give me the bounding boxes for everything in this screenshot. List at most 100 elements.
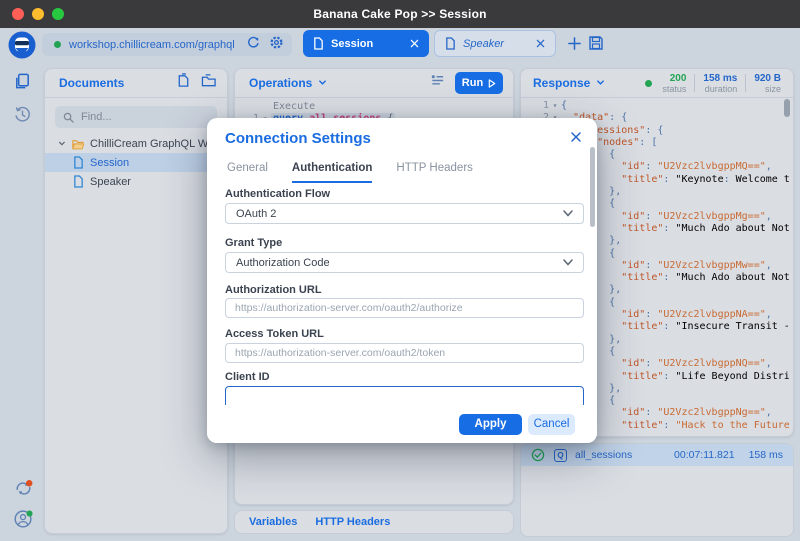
tab-http-headers[interactable]: HTTP Headers bbox=[315, 516, 390, 528]
history-row[interactable]: Q all_sessions 00:07:11.821 158 ms bbox=[521, 444, 793, 466]
dialog-tab-http-headers[interactable]: HTTP Headers bbox=[396, 162, 472, 183]
banana-cake-pop-window: Banana Cake Pop >> Session workshop.chil… bbox=[0, 0, 800, 541]
connection-settings-gear-icon[interactable] bbox=[269, 35, 284, 55]
field-label-client-id: Client ID bbox=[225, 371, 270, 383]
tree-item-session[interactable]: Session bbox=[45, 153, 227, 172]
tab-speaker[interactable]: Speaker bbox=[434, 30, 556, 57]
grant-type-value: Authorization Code bbox=[236, 257, 330, 269]
dialog-title: Connection Settings bbox=[225, 130, 371, 147]
document-icon bbox=[73, 175, 84, 188]
response-panel-header: Response 200 status 158 ms duration 920 … bbox=[521, 69, 793, 98]
window-title: Banana Cake Pop >> Session bbox=[313, 7, 486, 21]
new-folder-icon[interactable] bbox=[201, 73, 217, 93]
tree-item-speaker[interactable]: Speaker bbox=[45, 172, 227, 191]
history-timestamp: 00:07:11.821 bbox=[674, 449, 735, 461]
find-input[interactable]: Find... bbox=[55, 106, 217, 128]
titlebar: Banana Cake Pop >> Session bbox=[0, 0, 800, 28]
document-icon bbox=[445, 37, 456, 50]
account-icon[interactable] bbox=[13, 508, 34, 534]
tab-variables[interactable]: Variables bbox=[249, 516, 297, 528]
documents-nav-icon[interactable] bbox=[13, 72, 32, 96]
traffic-lights bbox=[12, 8, 64, 20]
field-label-grant-type: Grant Type bbox=[225, 237, 282, 249]
dialog-scrollbar-thumb[interactable] bbox=[590, 147, 595, 227]
chevron-down-icon bbox=[563, 208, 573, 220]
duration-value: 158 ms bbox=[703, 73, 737, 84]
dialog-tab-authentication[interactable]: Authentication bbox=[292, 162, 373, 183]
duration-label: duration bbox=[705, 84, 738, 94]
new-document-icon[interactable] bbox=[176, 73, 191, 93]
documents-panel: Documents Find... ChilliCream GraphQL Wo… bbox=[44, 68, 228, 534]
fold-chevron-icon[interactable]: ▾ bbox=[549, 100, 561, 112]
duration-stat: 158 ms duration bbox=[695, 73, 745, 94]
response-panel-title: Response bbox=[533, 76, 590, 90]
grant-type-select[interactable]: Authorization Code bbox=[225, 252, 584, 273]
editor-bottom-tabs: Variables HTTP Headers bbox=[234, 510, 514, 534]
field-label-auth-flow: Authentication Flow bbox=[225, 188, 330, 200]
tab-label: Session bbox=[331, 38, 373, 50]
history-nav-icon[interactable] bbox=[13, 105, 32, 129]
status-stat: 200 status bbox=[654, 73, 694, 94]
close-window-button[interactable] bbox=[12, 8, 24, 20]
query-badge: Q bbox=[554, 449, 567, 462]
auth-flow-value: OAuth 2 bbox=[236, 208, 276, 220]
endpoint-url: workshop.chillicream.com/graphql bbox=[69, 39, 238, 51]
response-scrollbar-thumb[interactable] bbox=[784, 99, 790, 117]
field-label-authorization-url: Authorization URL bbox=[225, 284, 322, 296]
size-stat: 920 B size bbox=[746, 73, 783, 94]
dialog-tabs: General Authentication HTTP Headers bbox=[227, 162, 473, 183]
cancel-button[interactable]: Cancel bbox=[528, 414, 575, 435]
authorization-url-input[interactable] bbox=[225, 298, 584, 318]
operations-panel-header: Operations Run bbox=[235, 69, 513, 98]
execute-code-lens[interactable]: Execute bbox=[273, 98, 513, 113]
chevron-down-icon[interactable] bbox=[318, 74, 327, 92]
line-number[interactable]: 1 bbox=[521, 100, 549, 112]
document-icon bbox=[73, 156, 84, 169]
save-icon[interactable] bbox=[588, 35, 604, 56]
document-icon bbox=[313, 37, 324, 50]
banana-cake-pop-logo bbox=[8, 31, 36, 59]
find-placeholder: Find... bbox=[81, 111, 112, 123]
access-token-url-input[interactable] bbox=[225, 343, 584, 363]
chevron-down-icon[interactable] bbox=[596, 74, 605, 92]
size-value: 920 B bbox=[754, 73, 781, 84]
field-label-access-token-url: Access Token URL bbox=[225, 328, 324, 340]
history-duration: 158 ms bbox=[749, 449, 783, 461]
minimize-window-button[interactable] bbox=[32, 8, 44, 20]
operations-panel-title: Operations bbox=[249, 76, 312, 90]
apply-button[interactable]: Apply bbox=[459, 414, 522, 435]
run-history-panel: Q all_sessions 00:07:11.821 158 ms bbox=[520, 443, 794, 537]
tree-item-label: Session bbox=[90, 157, 129, 169]
chevron-down-icon[interactable] bbox=[58, 139, 66, 148]
response-stats: 200 status 158 ms duration 920 B size bbox=[645, 73, 783, 94]
connection-status-dot bbox=[54, 41, 61, 48]
tree-item-label: Speaker bbox=[90, 176, 131, 188]
close-dialog-icon[interactable] bbox=[570, 130, 582, 148]
history-operation-name: all_sessions bbox=[575, 449, 632, 461]
response-code-line: 1▾{ bbox=[521, 100, 789, 112]
endpoint-url-bar[interactable]: workshop.chillicream.com/graphql bbox=[42, 33, 292, 56]
run-button[interactable]: Run bbox=[455, 72, 503, 94]
run-button-label: Run bbox=[462, 77, 483, 89]
dialog-footer: Apply Cancel bbox=[207, 405, 597, 443]
success-check-icon bbox=[531, 448, 545, 462]
size-label: size bbox=[765, 84, 781, 94]
tree-folder-row[interactable]: ChilliCream GraphQL Workshop bbox=[45, 134, 227, 153]
auth-flow-select[interactable]: OAuth 2 bbox=[225, 203, 584, 224]
prettify-icon[interactable] bbox=[430, 73, 445, 93]
json-text: { bbox=[561, 100, 567, 112]
close-tab-icon[interactable] bbox=[410, 39, 419, 48]
sync-icon[interactable] bbox=[13, 478, 34, 504]
tab-label: Speaker bbox=[463, 38, 504, 50]
status-label: status bbox=[662, 84, 686, 94]
documents-panel-title: Documents bbox=[59, 76, 124, 90]
status-ok-dot bbox=[645, 80, 652, 87]
new-tab-plus-icon[interactable] bbox=[567, 36, 582, 56]
tab-session[interactable]: Session bbox=[303, 30, 429, 57]
dialog-tab-general[interactable]: General bbox=[227, 162, 268, 183]
refresh-schema-icon[interactable] bbox=[246, 35, 261, 55]
documents-panel-header: Documents bbox=[45, 69, 227, 98]
search-icon bbox=[63, 112, 74, 123]
zoom-window-button[interactable] bbox=[52, 8, 64, 20]
close-tab-icon[interactable] bbox=[536, 39, 545, 48]
